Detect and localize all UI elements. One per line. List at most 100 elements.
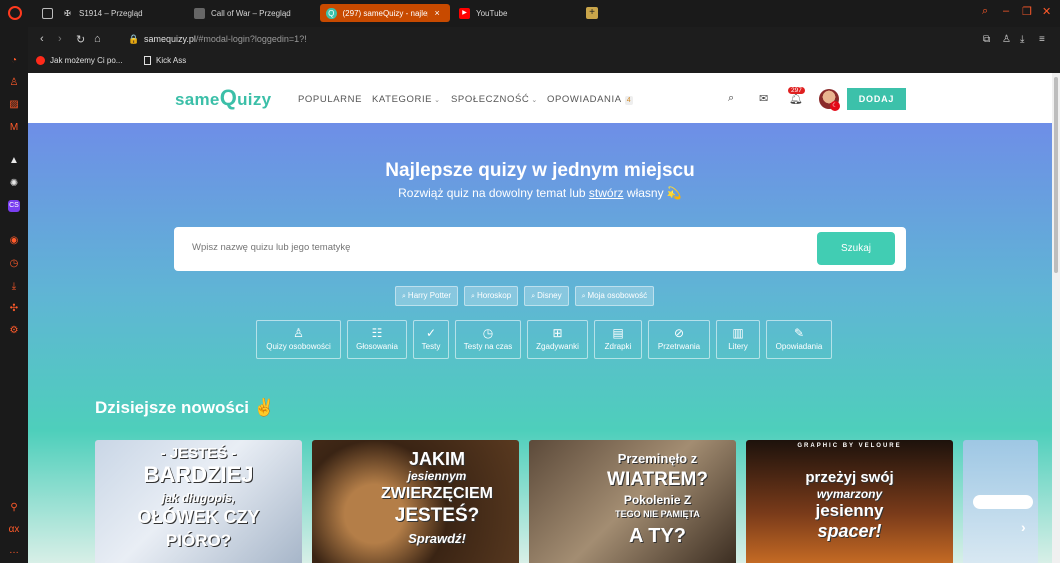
aria-icon[interactable]: ▲ bbox=[8, 155, 20, 167]
tag-label: Horoskop bbox=[476, 291, 512, 300]
page-scrollbar[interactable] bbox=[1052, 73, 1060, 563]
tag-disney[interactable]: ⌕ Disney bbox=[524, 286, 569, 306]
logo-part: same bbox=[175, 90, 220, 109]
lock-icon[interactable]: 🔒 bbox=[128, 34, 139, 45]
bookmark-item[interactable]: Kick Ass bbox=[144, 56, 186, 65]
category-litery[interactable]: ▥ Litery bbox=[716, 320, 760, 359]
tag-label: Harry Potter bbox=[407, 291, 452, 300]
snapshot-icon[interactable]: ⧉ bbox=[983, 34, 990, 45]
guess-icon: ⊞ bbox=[552, 326, 563, 340]
hero-section: Najlepsze quizy w jednym miejscu Rozwiąż… bbox=[28, 123, 1052, 563]
history-icon[interactable]: ◷ bbox=[8, 258, 20, 270]
tab-youtube[interactable]: ▶ YouTube bbox=[453, 4, 513, 22]
logo-part: uizy bbox=[237, 90, 272, 109]
chatgpt-icon[interactable]: ✺ bbox=[8, 178, 20, 190]
tag-horoskop[interactable]: ⌕ Horoskop bbox=[464, 286, 519, 306]
tag-harry-potter[interactable]: ⌕ Harry Potter bbox=[395, 286, 459, 306]
mail-app-icon[interactable]: M bbox=[8, 122, 20, 134]
add-button[interactable]: DODAJ bbox=[847, 88, 906, 110]
card-line: WIATREM? bbox=[607, 469, 708, 490]
news-icon[interactable]: ▨ bbox=[8, 99, 20, 111]
search-icon: ⌕ bbox=[581, 293, 586, 300]
story-icon: ✎ bbox=[793, 326, 805, 340]
search-button[interactable]: Szukaj bbox=[817, 232, 895, 265]
minimize-icon[interactable]: – bbox=[1003, 5, 1009, 17]
category-zgadywanki[interactable]: ⊞ Zgadywanki bbox=[527, 320, 588, 359]
bookmarks-bar: Jak możemy Ci po... Kick Ass bbox=[28, 52, 1060, 73]
mail-icon[interactable]: ✉ bbox=[759, 92, 768, 105]
bookmark-item[interactable]: Jak możemy Ci po... bbox=[36, 56, 122, 65]
more-icon[interactable]: … bbox=[8, 545, 20, 557]
category-testy[interactable]: ✓ Testy bbox=[413, 320, 449, 359]
check-circle-icon: ✓ bbox=[425, 326, 437, 340]
pin-icon[interactable]: ⚲ bbox=[8, 502, 20, 514]
search-input[interactable] bbox=[192, 242, 792, 253]
card-line: PIÓRO? bbox=[165, 531, 232, 550]
quiz-card[interactable]: JAKIM jesiennym ZWIERZĘCIEM JESTEŚ? Spra… bbox=[312, 440, 519, 563]
back-arrow-icon[interactable]: ‹ bbox=[40, 33, 44, 45]
search-icon: ⌕ bbox=[402, 293, 406, 300]
reload-icon[interactable]: ↻ bbox=[76, 33, 85, 46]
tab-call-of-war[interactable]: Call of War – Przegląd bbox=[188, 4, 297, 22]
new-tab-plus-icon[interactable]: + bbox=[586, 7, 598, 19]
opera-logo-icon[interactable] bbox=[8, 6, 22, 20]
download-icon[interactable]: ⤓ bbox=[1020, 34, 1024, 45]
section-title: Dzisiejsze nowości ✌️ bbox=[95, 398, 275, 417]
card-line: JAKIM bbox=[408, 449, 465, 469]
category-quizy-osobowosci[interactable]: ♙ Quizy osobowości bbox=[256, 320, 341, 359]
nav-label: KATEGORIE bbox=[372, 94, 433, 105]
quiz-card[interactable]: GRAPHIC BY VELOURE przeżyj swój wymarzon… bbox=[746, 440, 953, 563]
quiz-card[interactable] bbox=[963, 440, 1038, 563]
ax-icon[interactable]: αx bbox=[8, 524, 20, 536]
cs-app-icon[interactable]: CS bbox=[8, 200, 20, 212]
category-testy-na-czas[interactable]: ◷ Testy na czas bbox=[455, 320, 521, 359]
search-icon[interactable]: ⌕ bbox=[728, 92, 734, 105]
downloads-icon[interactable]: ⤓ bbox=[8, 281, 20, 293]
card-line: Sprawdź! bbox=[408, 531, 466, 546]
settings-gear-icon[interactable]: ⚙ bbox=[8, 325, 20, 337]
callofwar-icon bbox=[194, 7, 205, 19]
restore-icon[interactable]: ❐ bbox=[1022, 5, 1032, 18]
category-glosowania[interactable]: ☷ Głosowania bbox=[347, 320, 407, 359]
samequizy-logo[interactable]: sameQuizy bbox=[175, 85, 271, 111]
card-line: Przeminęło z bbox=[617, 451, 698, 466]
nav-categories[interactable]: KATEGORIE ⌄ bbox=[372, 94, 441, 105]
category-przetrwania[interactable]: ⊘ Przetrwania bbox=[648, 320, 710, 359]
tab-close-icon[interactable]: × bbox=[434, 8, 444, 18]
quiz-card[interactable]: Przeminęło z WIATREM? Pokolenie Z TEGO N… bbox=[529, 440, 736, 563]
samequizy-favicon-icon: Q bbox=[326, 7, 337, 19]
chevron-right-icon[interactable]: › bbox=[1021, 519, 1026, 535]
home-icon[interactable]: ⌂ bbox=[94, 33, 101, 45]
extensions-icon[interactable]: ✣ bbox=[8, 303, 20, 315]
category-opowiadania[interactable]: ✎ Opowiadania bbox=[766, 320, 832, 359]
close-window-icon[interactable]: ✕ bbox=[1042, 5, 1051, 18]
nav-popular[interactable]: POPULARNE bbox=[298, 94, 362, 105]
card-line: TEGO NIE PAMIĘTA bbox=[615, 509, 700, 519]
search-icon: ⌕ bbox=[471, 293, 475, 300]
create-link[interactable]: stwórz bbox=[589, 186, 624, 200]
popular-tags: ⌕ Harry Potter ⌕ Horoskop ⌕ Disney ⌕ Moja os… bbox=[395, 286, 655, 306]
tab-samequizy[interactable]: Q (297) sameQuizy - najlep × bbox=[320, 4, 450, 22]
airplane-icon bbox=[973, 495, 1033, 509]
category-zdrapki[interactable]: ▤ Zdrapki bbox=[594, 320, 642, 359]
subtitle-text: Rozwiąż quiz na dowolny temat lub bbox=[398, 186, 589, 200]
quiz-card[interactable]: - JESTEŚ - BARDZIEJ jak długopis, OŁÓWEK… bbox=[95, 440, 302, 563]
forward-arrow-icon[interactable]: › bbox=[58, 33, 62, 45]
tab-s1914[interactable]: ✠ S1914 – Przegląd bbox=[56, 4, 149, 22]
profile-icon[interactable]: ♙ bbox=[1002, 34, 1011, 45]
url-path: /#modal-login?loggedin=1?! bbox=[195, 34, 307, 44]
search-tabs-icon[interactable]: ⌕ bbox=[982, 5, 988, 18]
tag-moja-osobowosc[interactable]: ⌕ Moja osobowość bbox=[574, 286, 655, 306]
card-line: - JESTEŚ - bbox=[160, 445, 237, 462]
menu-icon[interactable]: ≡ bbox=[1039, 34, 1045, 45]
nav-community[interactable]: SPOŁECZNOŚĆ ⌄ bbox=[451, 94, 538, 105]
opera-ring-icon[interactable]: ◉ bbox=[8, 235, 20, 247]
nav-stories[interactable]: OPOWIADANIA 4 bbox=[547, 94, 634, 105]
category-label: Zdrapki bbox=[604, 342, 632, 351]
iron-cross-icon: ✠ bbox=[64, 8, 71, 18]
speed-dial-icon[interactable]: ◔ bbox=[8, 55, 20, 67]
scrollbar-thumb[interactable] bbox=[1054, 77, 1058, 273]
bookmark-label: Kick Ass bbox=[156, 56, 187, 65]
url-field[interactable]: samequizy.pl/#modal-login?loggedin=1?! bbox=[144, 34, 307, 44]
bag-icon[interactable]: ♙ bbox=[8, 77, 20, 89]
